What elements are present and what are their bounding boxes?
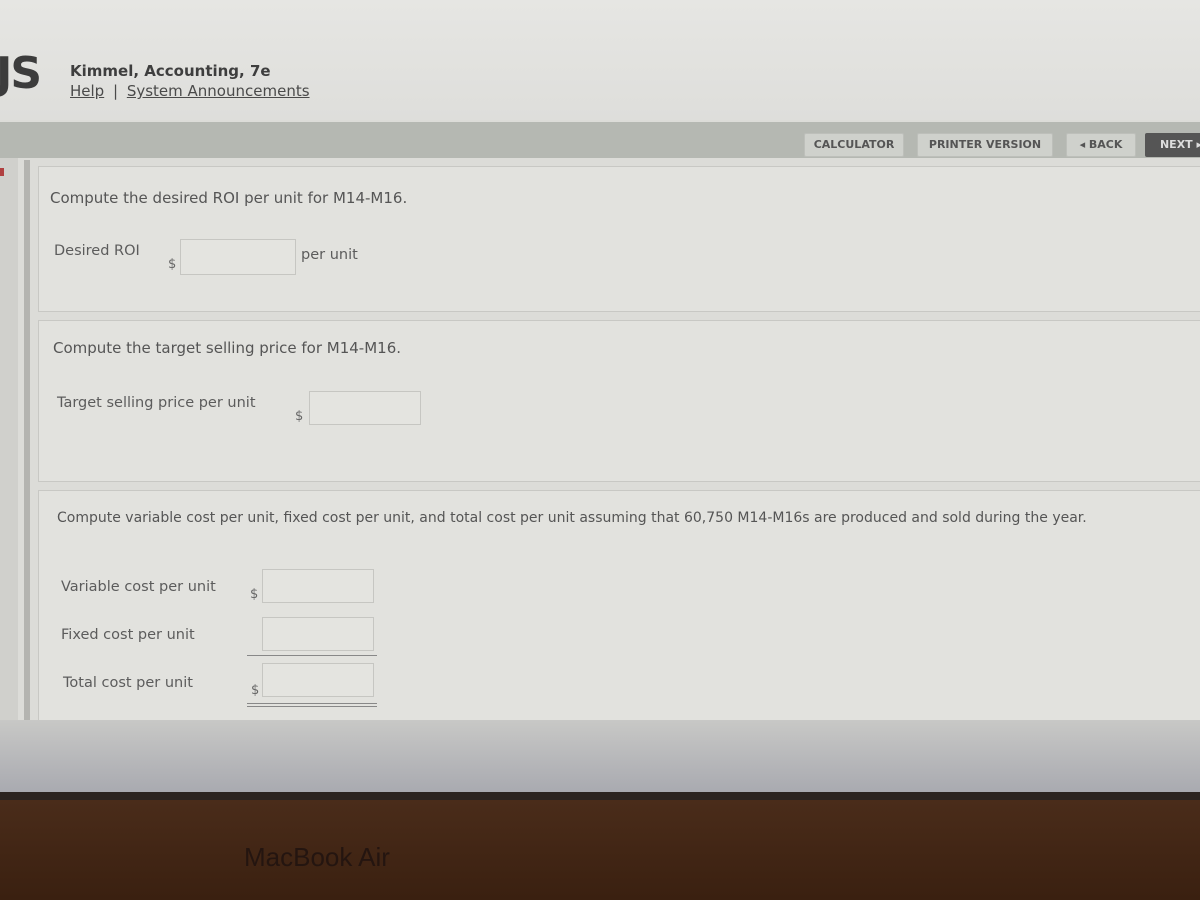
- total-double-rule-bottom: [247, 706, 377, 707]
- total-cost-currency: $: [251, 683, 260, 698]
- variable-cost-label: Variable cost per unit: [61, 579, 216, 595]
- target-price-currency: $: [295, 409, 304, 424]
- target-price-label: Target selling price per unit: [57, 395, 256, 411]
- fixed-cost-label: Fixed cost per unit: [61, 627, 195, 643]
- sidebar-marker: [0, 168, 4, 176]
- desired-roi-label: Desired ROI: [54, 243, 140, 259]
- book-title: Kimmel, Accounting, 7e: [70, 62, 271, 80]
- total-cost-input[interactable]: [262, 663, 374, 697]
- roi-suffix: per unit: [301, 247, 358, 263]
- variable-cost-currency: $: [250, 587, 259, 602]
- target-price-panel: Compute the target selling price for M14…: [38, 320, 1200, 482]
- printer-version-button[interactable]: PRINTER VERSION: [917, 133, 1053, 157]
- screen-bezel-edge: [0, 792, 1200, 800]
- header-links: Help | System Announcements: [70, 82, 310, 100]
- subtotal-rule: [247, 655, 377, 656]
- target-price-input[interactable]: [309, 391, 421, 425]
- macbook-air-label: MacBook Air: [244, 842, 390, 872]
- fixed-cost-input[interactable]: [262, 617, 374, 651]
- publisher-logo: JS: [0, 48, 42, 99]
- toolbar: CALCULATOR PRINTER VERSION ◂ BACK NEXT ▸: [0, 122, 1200, 158]
- roi-currency: $: [168, 257, 177, 272]
- target-price-prompt: Compute the target selling price for M14…: [53, 339, 402, 357]
- next-button[interactable]: NEXT ▸: [1145, 133, 1200, 157]
- help-link[interactable]: Help: [70, 82, 104, 100]
- back-button[interactable]: ◂ BACK: [1066, 133, 1136, 157]
- system-announcements-link[interactable]: System Announcements: [127, 82, 310, 100]
- costs-panel: Compute variable cost per unit, fixed co…: [38, 490, 1200, 722]
- screen-bottom-area: [0, 720, 1200, 792]
- total-double-rule-top: [247, 703, 377, 704]
- variable-cost-input[interactable]: [262, 569, 374, 603]
- calculator-button[interactable]: CALCULATOR: [804, 133, 904, 157]
- desired-roi-input[interactable]: [180, 239, 296, 275]
- laptop-bezel: [0, 800, 1200, 900]
- link-separator: |: [112, 82, 119, 100]
- content-border: [24, 160, 30, 720]
- left-sidebar-edge: [0, 158, 18, 758]
- total-cost-label: Total cost per unit: [63, 675, 193, 691]
- roi-panel: Compute the desired ROI per unit for M14…: [38, 166, 1200, 312]
- costs-prompt: Compute variable cost per unit, fixed co…: [57, 510, 1087, 526]
- app-header: JS Kimmel, Accounting, 7e Help | System …: [0, 0, 1200, 120]
- roi-prompt: Compute the desired ROI per unit for M14…: [50, 189, 408, 207]
